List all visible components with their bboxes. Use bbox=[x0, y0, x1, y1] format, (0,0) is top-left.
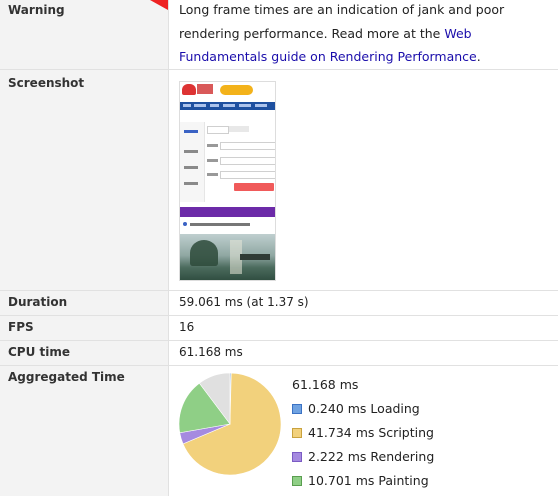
warning-message: Long frame times are an indication of ja… bbox=[179, 0, 549, 69]
row-warning: Warning Long frame times are an indicati… bbox=[0, 0, 558, 70]
label-cell: CPU time bbox=[0, 341, 169, 365]
legend-swatch bbox=[292, 428, 302, 438]
heart-icon bbox=[183, 222, 187, 226]
screenshot-label: Screenshot bbox=[8, 76, 85, 90]
site-sidebar bbox=[180, 122, 205, 202]
site-nav-bar bbox=[180, 102, 275, 110]
legend-label: 0.240 ms Loading bbox=[308, 401, 420, 416]
tree-shape bbox=[190, 240, 218, 266]
label-cell: Warning bbox=[0, 0, 169, 69]
row-duration: Duration 59.061 ms (at 1.37 s) bbox=[0, 291, 558, 316]
legend-item: 0.240 ms Loading bbox=[292, 401, 420, 416]
legend-label: 10.701 ms Painting bbox=[308, 473, 429, 488]
site-logo-text bbox=[197, 84, 213, 94]
label-cell: Screenshot bbox=[0, 70, 169, 290]
frame-details-table: Warning Long frame times are an indicati… bbox=[0, 0, 558, 496]
cpu-time-label: CPU time bbox=[8, 345, 71, 359]
fps-label: FPS bbox=[8, 320, 34, 334]
warning-label: Warning bbox=[8, 3, 65, 17]
site-hint-text bbox=[190, 223, 250, 226]
legend-swatch bbox=[292, 452, 302, 462]
aggregated-time-label: Aggregated Time bbox=[8, 370, 125, 384]
warning-flag-icon bbox=[150, 0, 168, 10]
frame-screenshot-thumbnail[interactable] bbox=[179, 81, 276, 281]
site-input bbox=[220, 142, 275, 150]
row-cpu-time: CPU time 61.168 ms bbox=[0, 341, 558, 366]
row-screenshot: Screenshot bbox=[0, 70, 558, 291]
pavilion-roof-shape bbox=[240, 254, 270, 260]
label-cell: FPS bbox=[0, 316, 169, 340]
legend-label: 2.222 ms Rendering bbox=[308, 449, 435, 464]
row-fps: FPS 16 bbox=[0, 316, 558, 341]
label-cell: Aggregated Time bbox=[0, 366, 169, 496]
legend-item: 10.701 ms Painting bbox=[292, 473, 429, 488]
legend-item: 41.734 ms Scripting bbox=[292, 425, 434, 440]
site-input bbox=[220, 171, 275, 179]
duration-label: Duration bbox=[8, 295, 68, 309]
site-tab bbox=[229, 126, 249, 132]
site-purple-band bbox=[180, 207, 275, 217]
fps-value: 16 bbox=[179, 320, 195, 334]
legend-label: 41.734 ms Scripting bbox=[308, 425, 434, 440]
aggregated-time-pie-chart bbox=[178, 372, 282, 476]
label-cell: Duration bbox=[0, 291, 169, 315]
site-input bbox=[220, 157, 275, 165]
site-tab-active bbox=[207, 126, 229, 134]
cpu-time-value: 61.168 ms bbox=[179, 345, 243, 359]
site-search-button bbox=[234, 183, 274, 191]
duration-value: 59.061 ms (at 1.37 s) bbox=[179, 295, 309, 309]
promo-banner bbox=[220, 85, 253, 95]
aggregated-total: 61.168 ms bbox=[292, 377, 359, 392]
site-logo-icon bbox=[182, 84, 196, 95]
legend-item: 2.222 ms Rendering bbox=[292, 449, 434, 464]
warning-text-end: . bbox=[476, 49, 481, 64]
legend-swatch bbox=[292, 404, 302, 414]
